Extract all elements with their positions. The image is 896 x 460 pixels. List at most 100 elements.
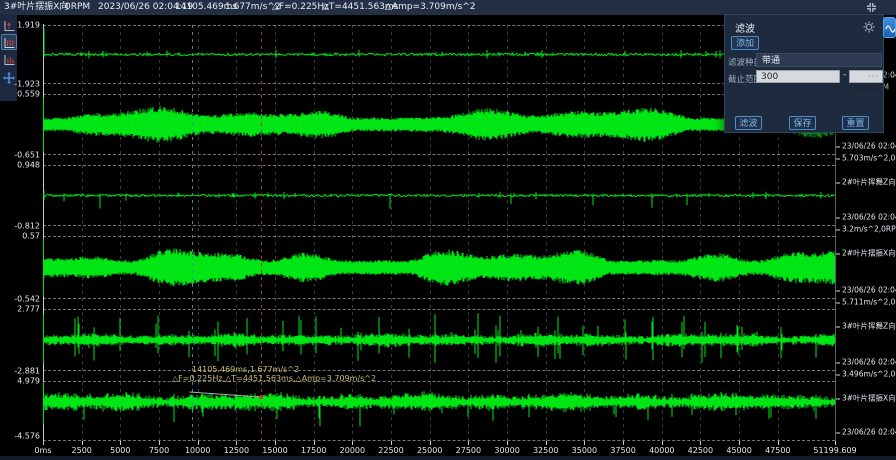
grid-line-vertical [584, 25, 585, 441]
trace-name-label: 2#叶片摆振X向 [836, 248, 896, 259]
x-axis-tick [835, 441, 836, 445]
trace-row[interactable] [43, 381, 835, 441]
settings-gear-icon[interactable] [863, 21, 875, 33]
x-axis-label: 40000 [649, 446, 674, 455]
ellipsis-button[interactable]: ··· [868, 71, 879, 83]
grid-line-vertical [546, 25, 547, 441]
trace-amp-label: 3.2m/s^2,0RPM [836, 225, 896, 234]
trace-date-label: 23/06/26 02:04: [836, 358, 896, 367]
multi-trace-view-icon[interactable] [1, 34, 17, 50]
app-window: 3#叶片摆振X向0RPM2023/06/26 02:04:1914105.469… [0, 0, 896, 460]
y-min-label: -0.542 [0, 295, 40, 304]
grid-line-vertical [468, 25, 469, 441]
waveform-6 [43, 382, 835, 440]
waveform-1 [43, 26, 835, 83]
x-axis-tick [623, 441, 624, 445]
toolbar-readout: 3#叶片摆振X向 [4, 1, 68, 14]
x-axis-label: 17500 [301, 446, 326, 455]
x-axis-tick [662, 441, 663, 445]
trace-row[interactable] [43, 309, 835, 371]
x-axis-label: 30000 [494, 446, 519, 455]
x-axis-label: 27500 [456, 446, 481, 455]
waveform-4 [43, 237, 835, 298]
waveform-3 [43, 166, 835, 225]
collapse-window-icon[interactable] [866, 2, 877, 13]
x-axis-tick [778, 441, 779, 445]
x-axis-label: 0ms [34, 446, 51, 455]
grid-line-vertical [159, 25, 160, 441]
reset-button[interactable]: 重置 [842, 116, 869, 130]
filter-type-select[interactable]: 带通 [756, 53, 882, 67]
x-axis-tick [236, 441, 237, 445]
y-max-label: 2.777 [0, 305, 40, 314]
trace-date-label: 23/06/26 02:04: [836, 428, 896, 437]
x-axis-tick [198, 441, 199, 445]
trace-name-label: 2#叶片挥舞Z向 [836, 177, 896, 188]
toolbar-readout: △Amp=3.709m/s^2 [385, 1, 476, 14]
x-axis-tick [82, 441, 83, 445]
x-axis-tick [584, 441, 585, 445]
x-axis-tick [507, 441, 508, 445]
x-axis-label: 45000 [726, 446, 751, 455]
x-axis-label: 10000 [185, 446, 210, 455]
trace-row[interactable] [43, 25, 835, 84]
x-axis-label: 20000 [340, 446, 365, 455]
waveform-2 [43, 95, 835, 154]
bottom-strip [0, 456, 896, 460]
add-filter-button[interactable]: 添加 [731, 36, 759, 50]
grid-line-vertical [507, 25, 508, 441]
y-min-label: -4.576 [0, 432, 40, 441]
x-axis-tick [391, 441, 392, 445]
trace-amp-label: 5.711m/s^2,0RPM [836, 298, 896, 307]
x-axis-tick [546, 441, 547, 445]
x-axis-label: 35000 [572, 446, 597, 455]
y-min-label: -1.923 [0, 80, 40, 89]
x-axis-label: 42500 [688, 446, 713, 455]
y-min-label: -2.881 [0, 367, 40, 376]
x-axis-label: 2500 [72, 446, 92, 455]
save-button[interactable]: 保存 [789, 116, 816, 130]
grid-line-vertical [662, 25, 663, 441]
trace-row[interactable] [43, 94, 835, 155]
y-min-label: -0.651 [0, 151, 40, 160]
x-axis-label: 47500 [765, 446, 790, 455]
toolbar-readout: △F=0.225Hz [272, 1, 329, 14]
x-axis-label: 32500 [533, 446, 558, 455]
y-max-label: 1.919 [0, 21, 40, 30]
cutoff-to-value: 1000 [854, 84, 877, 94]
y-max-label: 0.57 [0, 232, 40, 241]
trace-row[interactable] [43, 236, 835, 299]
x-axis-label: 51199.609 [813, 446, 856, 455]
cursor-annotation-line2: △F=0.225Hz,△T=4451.563ms,△Amp=3.709m/s^2 [172, 374, 376, 383]
bar-view-icon[interactable] [1, 51, 17, 67]
x-axis-label: 37500 [610, 446, 635, 455]
wave-tool-button[interactable] [883, 17, 896, 38]
status-toolbar: 3#叶片摆振X向0RPM2023/06/26 02:04:1914105.469… [0, 0, 896, 15]
grid-line-vertical [82, 25, 83, 441]
y-max-label: 0.559 [0, 90, 40, 99]
cutoff-from-input[interactable]: 300 [756, 70, 840, 83]
y-min-label: -0.812 [0, 222, 40, 231]
trace-date-label: 23/06/26 02:04: [836, 213, 896, 222]
x-axis-tick [120, 441, 121, 445]
x-axis-tick [159, 441, 160, 445]
y-max-label: 0.948 [0, 161, 40, 170]
x-axis-tick [43, 441, 44, 445]
apply-filter-button[interactable]: 滤波 [735, 116, 762, 130]
filter-dialog-title: 滤波 [735, 20, 755, 35]
x-axis-tick [700, 441, 701, 445]
trace-amp-label: 5.703m/s^2,0RPM [836, 154, 896, 163]
grid-line-vertical [623, 25, 624, 441]
y-max-label: 4.979 [0, 377, 40, 386]
trace-name-label: 3#叶片摆振X向 [836, 393, 896, 404]
range-separator: - [843, 70, 846, 80]
trace-amp-label: 3.496m/s^2,0RPM [836, 370, 896, 379]
toolbar-readout: 0RPM [65, 1, 90, 14]
grid-line-vertical [430, 25, 431, 441]
cutoff-to-input[interactable]: ··· 1000 [849, 70, 883, 83]
trace-row[interactable] [43, 165, 835, 226]
x-axis-tick [430, 441, 431, 445]
sine-wave-icon [884, 18, 896, 39]
trace-name-label: 3#叶片挥舞Z向 [836, 321, 896, 332]
cursor-annotation-line1: 14105.469ms,1.677m/s^2 [192, 365, 299, 374]
